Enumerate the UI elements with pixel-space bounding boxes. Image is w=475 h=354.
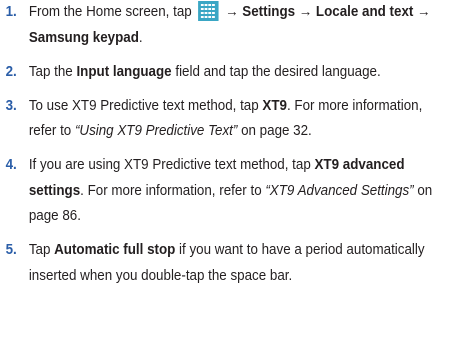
step-4: 4. If you are using XT9 Predictive text … xyxy=(0,153,442,230)
step-number: 3. xyxy=(5,97,17,114)
step-text: To use XT9 Predictive text method, tap xyxy=(28,97,263,114)
field-name: Input language xyxy=(76,63,172,80)
step-number: 4. xyxy=(5,157,17,173)
step-text-mid: . For more information, refer to xyxy=(80,182,266,199)
step-3: 3. To use XT9 Predictive text method, ta… xyxy=(0,94,442,145)
step-2: 2. Tap the Input language field and tap … xyxy=(0,60,442,86)
step-1: 1. From the Home screen, tap → Settings … xyxy=(0,0,442,51)
step-text: From the Home screen, tap xyxy=(28,4,192,20)
cross-reference: “Using XT9 Predictive Text” xyxy=(74,123,238,139)
step-number: 2. xyxy=(5,63,17,80)
cross-reference: “XT9 Advanced Settings” xyxy=(265,182,414,199)
step-text: If you are using XT9 Predictive text met… xyxy=(28,157,315,173)
step-text-end: . xyxy=(138,29,143,46)
instruction-list: 1. From the Home screen, tap → Settings … xyxy=(0,0,442,354)
step-text: Tap xyxy=(28,242,55,258)
step-text-end: field and tap the desired language. xyxy=(171,63,381,80)
page-reference: on page 32. xyxy=(237,123,312,139)
step-text: Tap the xyxy=(28,63,77,80)
step-number: 1. xyxy=(5,4,17,20)
step-5: 5. Tap Automatic full stop if you want t… xyxy=(0,238,442,289)
option-name: XT9 xyxy=(262,97,287,114)
apps-grid-icon xyxy=(198,1,219,21)
option-name: Automatic full stop xyxy=(54,242,176,258)
step-number: 5. xyxy=(5,242,17,258)
